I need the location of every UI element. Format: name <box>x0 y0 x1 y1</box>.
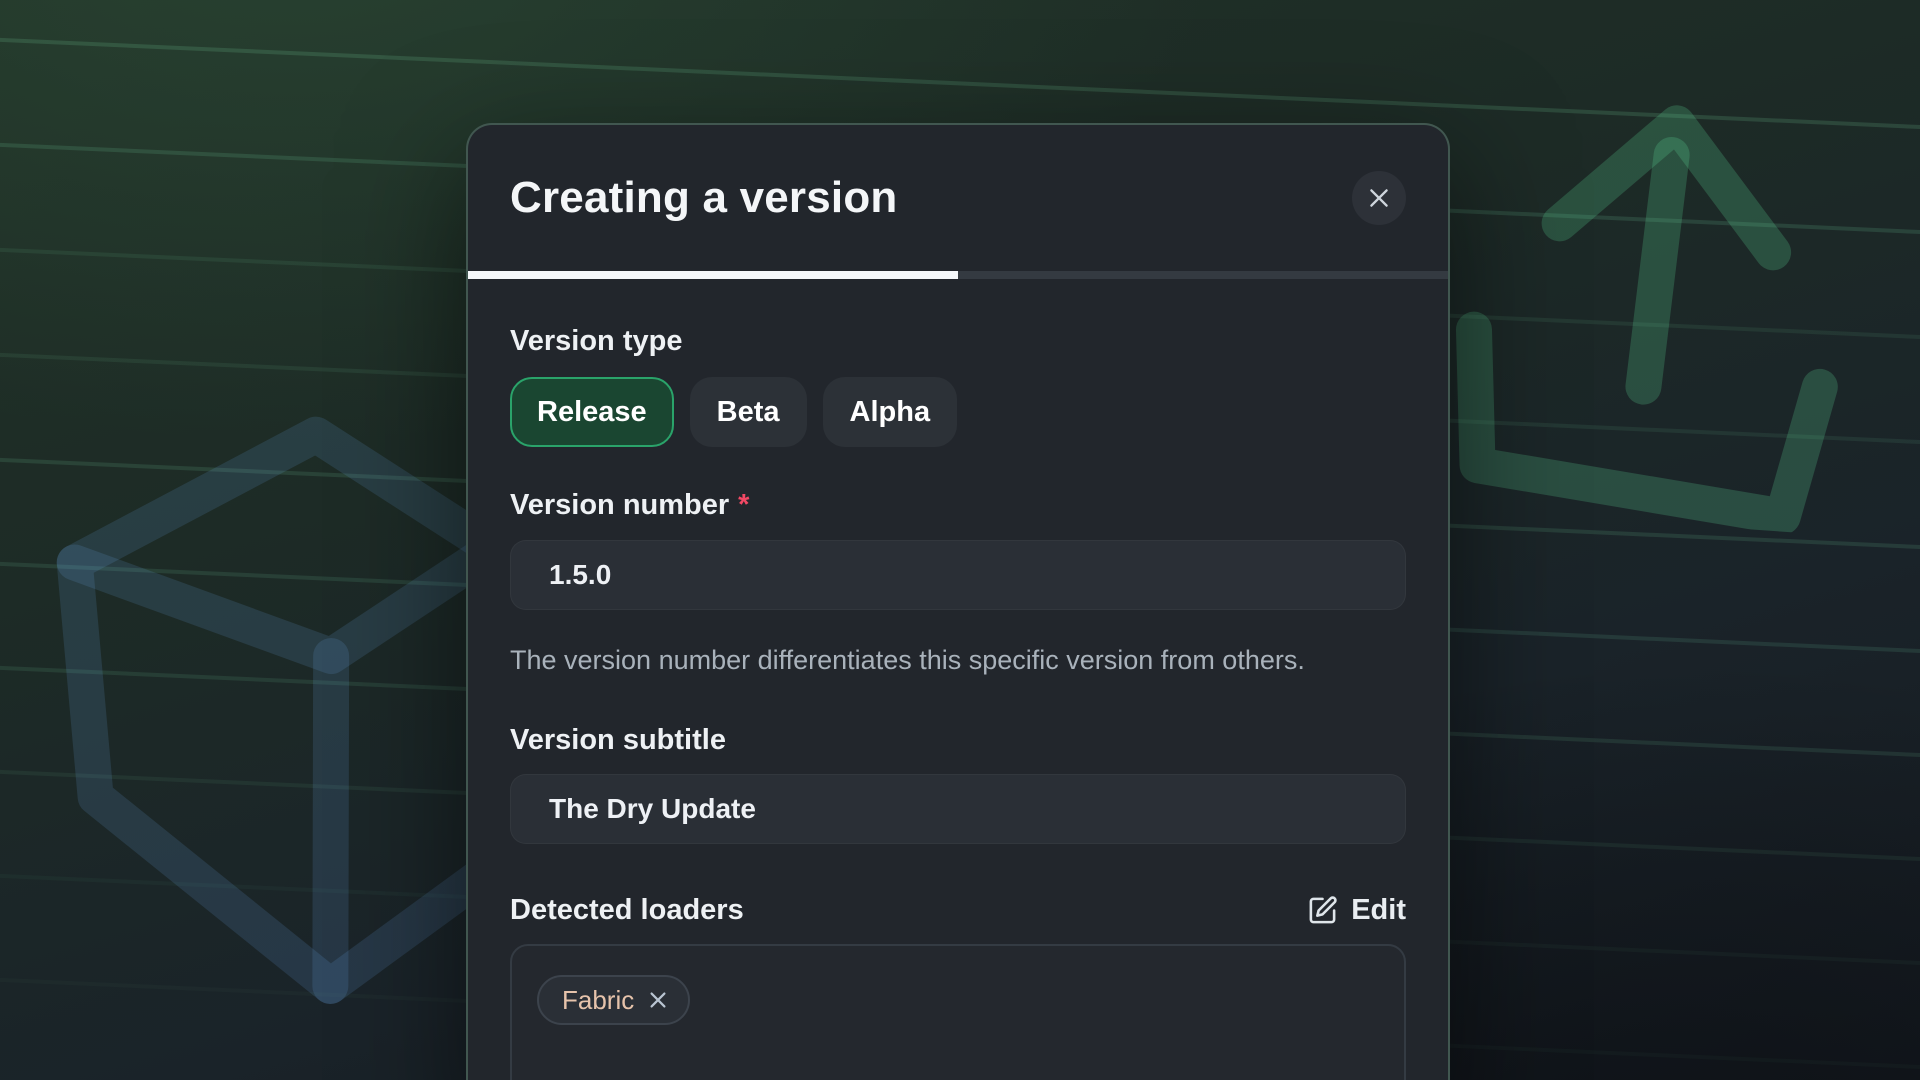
detected-loaders-box: Fabric <box>510 944 1406 1080</box>
version-type-options: Release Beta Alpha <box>510 377 1406 447</box>
version-type-release[interactable]: Release <box>510 377 674 447</box>
version-number-label: Version number * <box>510 488 1406 522</box>
cube-wireframe-art <box>35 406 516 1034</box>
version-type-beta[interactable]: Beta <box>690 377 807 447</box>
remove-x-icon <box>647 989 669 1011</box>
modal-header: Creating a version <box>468 125 1448 271</box>
progress-bar <box>468 271 1448 279</box>
detected-loaders-row: Detected loaders Edit <box>510 893 1406 927</box>
modal-body: Version type Release Beta Alpha Version … <box>468 324 1448 1080</box>
create-version-modal: Creating a version Version type Release … <box>466 123 1450 1080</box>
version-number-help: The version number differentiates this s… <box>510 638 1372 682</box>
version-subtitle-label: Version subtitle <box>510 723 1406 757</box>
edit-pencil-icon <box>1307 895 1338 926</box>
modal-title: Creating a version <box>510 173 898 223</box>
edit-loaders-button[interactable]: Edit <box>1307 894 1406 927</box>
version-subtitle-input[interactable] <box>510 774 1406 844</box>
upload-arrow-art <box>1437 79 1866 536</box>
page-background: Creating a version Version type Release … <box>0 0 1920 1080</box>
detected-loaders-label: Detected loaders <box>510 893 744 927</box>
close-icon <box>1366 185 1392 211</box>
progress-fill <box>468 271 958 279</box>
remove-loader-button[interactable] <box>647 989 669 1011</box>
background-line <box>0 36 1920 136</box>
version-number-input[interactable] <box>510 540 1406 610</box>
loader-chip-label: Fabric <box>562 985 634 1016</box>
required-asterisk: * <box>738 488 749 522</box>
close-button[interactable] <box>1352 171 1406 225</box>
version-type-label: Version type <box>510 324 1406 358</box>
loader-chip-fabric: Fabric <box>537 975 690 1025</box>
version-type-alpha[interactable]: Alpha <box>823 377 958 447</box>
